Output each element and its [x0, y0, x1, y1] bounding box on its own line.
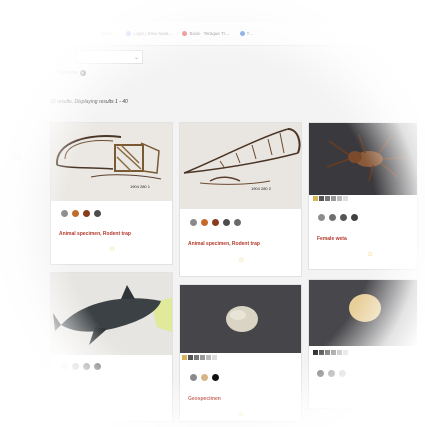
card-image[interactable] — [180, 285, 301, 353]
color-swatch[interactable] — [234, 219, 241, 226]
color-swatch[interactable] — [351, 214, 358, 221]
color-swatch[interactable] — [72, 363, 79, 370]
bookmark-label: Book · Teraque Tr… — [189, 31, 230, 36]
fish-specimen-image — [51, 273, 172, 355]
globe-icon — [126, 31, 132, 36]
bookmarks-bar: … Acce… Login | Emo Acce… Book · Teraque… — [0, 22, 425, 46]
chevron-down-icon: ⌄ — [133, 55, 139, 61]
card-image[interactable]: 1904 280 2 — [180, 123, 301, 209]
bookmark-icon — [182, 31, 188, 36]
result-card[interactable]: 1904 280 1 Animal specimen, Rodent trap … — [50, 122, 173, 265]
card-image[interactable] — [51, 273, 172, 355]
bookmark-4[interactable]: T… — [239, 31, 254, 36]
color-swatches — [61, 363, 101, 370]
geospecimen-image — [180, 285, 301, 353]
options-toggle[interactable]: …t Options ? — [50, 70, 86, 76]
weta-image — [309, 123, 417, 195]
color-swatch[interactable] — [190, 374, 197, 381]
result-card[interactable]: Geospecimen ☆ — [179, 284, 302, 422]
bookmark-3[interactable]: Book · Teraque Tr… — [182, 31, 230, 36]
sort-select[interactable]: ⌄ — [76, 50, 143, 64]
card-title[interactable]: Geospecimen — [188, 396, 221, 402]
bookmark-label: … Acce… — [96, 31, 117, 36]
color-swatch[interactable] — [212, 374, 219, 381]
bookmark-label: T… — [246, 31, 254, 36]
color-swatch[interactable] — [223, 219, 230, 226]
rodent-trap-image — [180, 123, 301, 209]
result-card[interactable] — [50, 272, 173, 422]
color-swatch[interactable] — [317, 370, 324, 377]
color-swatch[interactable] — [83, 210, 90, 217]
color-swatch[interactable] — [340, 214, 347, 221]
star-icon[interactable]: ☆ — [109, 245, 115, 253]
twitter-icon — [239, 31, 245, 36]
bookmark-1[interactable]: … Acce… — [96, 31, 116, 36]
catalogue-number: 1904 280 2 — [250, 186, 271, 191]
results-summary: 23 results. Displaying results 1 - 40 — [50, 99, 128, 105]
card-image[interactable] — [309, 123, 417, 195]
color-swatch[interactable] — [61, 363, 68, 370]
color-swatches — [190, 374, 219, 381]
color-swatch[interactable] — [201, 219, 208, 226]
color-card-strip — [313, 350, 348, 355]
color-card-strip — [182, 355, 217, 360]
facet-count: (23) — [12, 155, 21, 161]
color-swatch[interactable] — [318, 214, 325, 221]
color-swatch[interactable] — [339, 370, 346, 377]
card-title[interactable]: Animal specimen, Rodent trap — [188, 241, 260, 247]
color-swatch[interactable] — [329, 214, 336, 221]
result-card[interactable] — [308, 279, 418, 409]
color-swatch[interactable] — [212, 219, 219, 226]
card-title[interactable]: Animal specimen, Rodent trap — [59, 231, 131, 237]
color-swatch[interactable] — [201, 374, 208, 381]
star-icon[interactable]: ☆ — [238, 410, 244, 418]
color-swatch[interactable] — [190, 219, 197, 226]
specimen-image — [309, 280, 417, 346]
options-label: …t Options — [50, 70, 78, 76]
color-swatch[interactable] — [328, 370, 335, 377]
bookmark-label: Login | Emo Acce… — [133, 31, 173, 36]
page: … Acce… Login | Emo Acce… Book · Teraque… — [0, 0, 425, 427]
star-icon[interactable]: ☆ — [367, 250, 373, 258]
catalogue-number: 1904 280 1 — [129, 184, 150, 189]
color-swatches — [318, 214, 358, 221]
color-swatches — [190, 219, 241, 226]
card-image[interactable] — [309, 280, 417, 346]
color-swatches — [317, 370, 346, 377]
color-swatch[interactable] — [83, 363, 90, 370]
color-swatch[interactable] — [94, 210, 101, 217]
bookmark-2[interactable]: Login | Emo Acce… — [126, 31, 172, 36]
color-swatch[interactable] — [61, 210, 68, 217]
color-swatches — [61, 210, 101, 217]
rodent-trap-image — [51, 123, 172, 201]
info-icon[interactable]: ? — [79, 70, 86, 76]
result-card[interactable]: Female weta ☆ — [308, 122, 418, 270]
card-title[interactable]: Female weta — [317, 236, 347, 242]
color-swatch[interactable] — [72, 210, 79, 217]
color-swatch[interactable] — [94, 363, 101, 370]
color-card-strip — [313, 196, 348, 201]
star-icon[interactable]: ☆ — [238, 256, 244, 264]
card-image[interactable]: 1904 280 1 — [51, 123, 172, 201]
result-card[interactable]: 1904 280 2 Animal specimen, Rodent trap … — [179, 122, 302, 277]
